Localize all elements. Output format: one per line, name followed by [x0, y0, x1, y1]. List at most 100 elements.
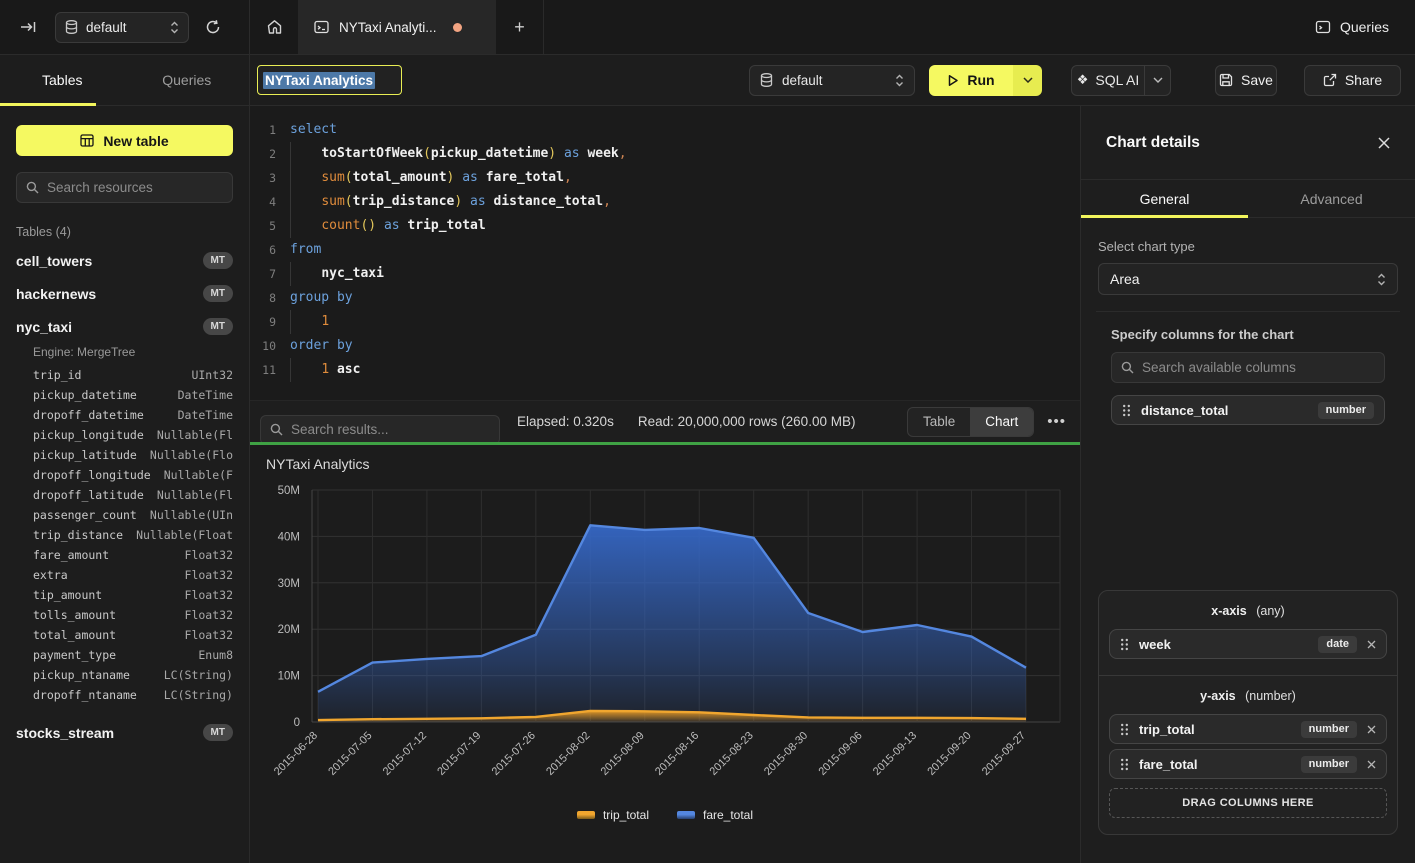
x-axis-column-week[interactable]: weekdate: [1109, 629, 1387, 659]
legend-label: fare_total: [703, 808, 753, 822]
tab-nytaxi-analytics[interactable]: NYTaxi Analyti...: [298, 0, 496, 54]
chart-type-label: Select chart type: [1098, 239, 1398, 254]
sql-ai-button[interactable]: ❖ SQL AI: [1072, 72, 1144, 88]
area-chart[interactable]: 010M20M30M40M50M2015-06-282015-07-052015…: [250, 480, 1078, 800]
available-column-distance_total[interactable]: distance_totalnumber: [1111, 395, 1385, 425]
query-title-input[interactable]: NYTaxi Analytics: [257, 65, 402, 95]
column-type: LC(String): [164, 688, 233, 702]
column-name: pickup_ntaname: [33, 668, 130, 682]
results-search-input[interactable]: [291, 422, 490, 437]
search-icon: [26, 181, 39, 194]
table-row-nyc_taxi[interactable]: nyc_taxiMT: [16, 310, 233, 343]
engine-badge: MT: [203, 252, 233, 269]
code-text: sum(trip_distance) as distance_total,: [290, 190, 611, 214]
y-tick-label: 20M: [278, 624, 300, 636]
run-options-button[interactable]: [1013, 65, 1042, 96]
chart-type-select[interactable]: Area: [1098, 263, 1398, 295]
more-options-icon[interactable]: •••: [1047, 413, 1066, 430]
x-axis-hint: (any): [1256, 604, 1284, 618]
column-search: [1111, 352, 1385, 383]
area-fare_total: [318, 525, 1026, 722]
column-name: trip_id: [33, 368, 81, 382]
toolbar-database-value: default: [782, 73, 886, 88]
chart-details-panel: Chart details General Advanced Select ch…: [1080, 106, 1415, 863]
query-title-selected-text: NYTaxi Analytics: [263, 72, 375, 89]
run-button[interactable]: Run: [929, 65, 1013, 96]
y-tick-label: 40M: [278, 531, 300, 543]
panel-body: Select chart type Area Specify columns f…: [1081, 218, 1415, 863]
editor-line: 1select: [250, 118, 1080, 142]
table-row-stocks_stream[interactable]: stocks_streamMT: [16, 716, 233, 749]
column-name: dropoff_longitude: [33, 468, 151, 482]
editor-line: 2 toStartOfWeek(pickup_datetime) as week…: [250, 142, 1080, 166]
resource-search-input[interactable]: [47, 180, 224, 195]
legend-swatch: [577, 811, 595, 819]
view-toggle: TableChart: [907, 407, 1034, 437]
column-row: tip_amountFloat32: [16, 585, 233, 605]
y-axis-column-fare_total[interactable]: fare_totalnumber: [1109, 749, 1387, 779]
collapse-sidebar-icon[interactable]: [20, 19, 37, 35]
legend-item-trip_total[interactable]: trip_total: [577, 808, 649, 822]
y-tick-label: 50M: [278, 485, 300, 497]
database-selector[interactable]: default: [55, 12, 189, 43]
line-number: 3: [250, 166, 276, 190]
view-toggle-table[interactable]: Table: [908, 408, 970, 436]
y-axis-hint: (number): [1245, 689, 1296, 703]
chart-type-value: Area: [1110, 271, 1140, 287]
remove-column-icon[interactable]: [1367, 760, 1376, 769]
column-type: Nullable(Flo: [150, 448, 233, 462]
table-engine: Engine: MergeTree: [16, 343, 233, 365]
code-text: 1 asc: [290, 358, 360, 382]
sql-ai-options-button[interactable]: [1144, 66, 1170, 95]
tab-advanced[interactable]: Advanced: [1248, 180, 1415, 217]
remove-column-icon[interactable]: [1367, 640, 1376, 649]
editor-line: 6from: [250, 238, 1080, 262]
x-tick-label: 2015-08-16: [653, 730, 701, 778]
column-row: extraFloat32: [16, 565, 233, 585]
tab-general[interactable]: General: [1081, 180, 1248, 217]
home-tab[interactable]: [250, 0, 298, 54]
legend-item-fare_total[interactable]: fare_total: [677, 808, 753, 822]
editor-line: 10order by: [250, 334, 1080, 358]
sql-editor[interactable]: 1select2 toStartOfWeek(pickup_datetime) …: [250, 106, 1080, 400]
close-icon[interactable]: [1377, 136, 1391, 150]
column-search-input[interactable]: [1142, 360, 1375, 375]
rows-read-stats: Read: 20,000,000 rows (260.00 MB): [638, 414, 856, 429]
refresh-icon[interactable]: [205, 19, 221, 35]
column-name: dropoff_latitude: [33, 488, 144, 502]
code-text: nyc_taxi: [290, 262, 384, 286]
column-name: pickup_longitude: [33, 428, 144, 442]
column-row: passenger_countNullable(UIn: [16, 505, 233, 525]
results-toolbar: Elapsed: 0.320s Read: 20,000,000 rows (2…: [250, 400, 1080, 442]
share-button[interactable]: Share: [1304, 65, 1401, 96]
table-row-hackernews[interactable]: hackernewsMT: [16, 277, 233, 310]
y-axis-column-trip_total[interactable]: trip_totalnumber: [1109, 714, 1387, 744]
toolbar-database-selector[interactable]: default: [749, 65, 915, 96]
queries-shortcut[interactable]: Queries: [1315, 0, 1415, 54]
code-text: toStartOfWeek(pickup_datetime) as week,: [290, 142, 627, 166]
sidebar-tab-tables[interactable]: Tables: [0, 55, 125, 105]
tables-list: cell_towersMThackernewsMTnyc_taxiMTEngin…: [16, 244, 233, 749]
column-type: Nullable(Float: [136, 528, 233, 542]
remove-column-icon[interactable]: [1367, 725, 1376, 734]
column-row: trip_idUInt32: [16, 365, 233, 385]
column-name: tip_amount: [33, 588, 102, 602]
table-name: hackernews: [16, 286, 96, 302]
drag-columns-dropzone[interactable]: DRAG COLUMNS HERE: [1109, 788, 1387, 818]
new-table-button[interactable]: New table: [16, 125, 233, 156]
table-row-cell_towers[interactable]: cell_towersMT: [16, 244, 233, 277]
column-type: Nullable(Fl: [157, 488, 233, 502]
column-name: passenger_count: [33, 508, 137, 522]
save-button[interactable]: Save: [1215, 65, 1277, 96]
new-table-label: New table: [103, 133, 168, 149]
line-number: 2: [250, 142, 276, 166]
axes-card: x-axis (any) weekdate y-axis (number) tr…: [1098, 590, 1398, 835]
new-tab-button[interactable]: +: [496, 0, 544, 54]
sidebar-tab-queries[interactable]: Queries: [125, 55, 250, 105]
engine-badge: MT: [203, 724, 233, 741]
view-toggle-chart[interactable]: Chart: [970, 408, 1033, 436]
tables-section-label: Tables (4): [16, 225, 233, 239]
x-tick-label: 2015-09-20: [925, 730, 973, 778]
chart-title: NYTaxi Analytics: [250, 445, 1080, 480]
x-tick-label: 2015-07-12: [381, 730, 429, 778]
